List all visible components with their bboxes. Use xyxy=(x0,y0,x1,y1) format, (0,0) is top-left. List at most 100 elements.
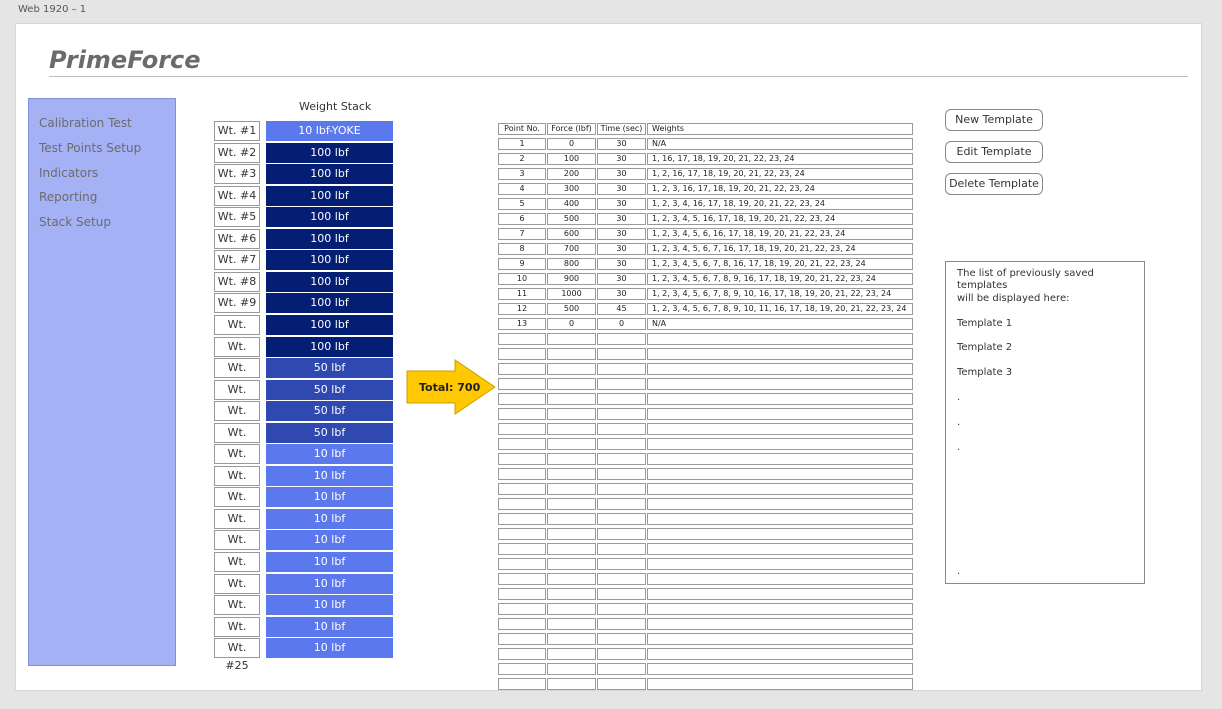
weight-block[interactable]: 100 lbf xyxy=(266,207,393,228)
cell-point-no[interactable]: 8 xyxy=(498,243,546,255)
cell-point-no[interactable] xyxy=(498,543,546,555)
cell-time[interactable]: 30 xyxy=(597,183,646,195)
cell-time[interactable] xyxy=(597,543,646,555)
weight-block[interactable]: 100 lbf xyxy=(266,142,393,163)
cell-force[interactable] xyxy=(547,348,596,360)
sidebar-item-calibration-test[interactable]: Calibration Test xyxy=(29,115,175,140)
table-row[interactable]: 10 900 30 1, 2, 3, 4, 5, 6, 7, 8, 9, 16, 17… xyxy=(498,273,913,285)
cell-point-no[interactable]: 10 xyxy=(498,273,546,285)
sidebar-item-test-points-setup[interactable]: Test Points Setup xyxy=(29,140,175,165)
cell-force[interactable] xyxy=(547,408,596,420)
cell-weights[interactable]: 1, 2, 3, 4, 5, 6, 7, 8, 9, 10, 16, 17, 1… xyxy=(647,288,913,300)
cell-time[interactable] xyxy=(597,648,646,660)
cell-point-no[interactable] xyxy=(498,453,546,465)
table-row[interactable]: 7 600 30 1, 2, 3, 4, 5, 6, 16, 17, 18, 19, … xyxy=(498,228,913,240)
cell-weights[interactable]: 1, 2, 16, 17, 18, 19, 20, 21, 22, 23, 24 xyxy=(647,168,913,180)
cell-force[interactable] xyxy=(547,483,596,495)
cell-force[interactable] xyxy=(547,528,596,540)
cell-force[interactable] xyxy=(547,393,596,405)
cell-time[interactable] xyxy=(597,678,646,690)
cell-point-no[interactable]: 6 xyxy=(498,213,546,225)
cell-time[interactable] xyxy=(597,483,646,495)
cell-force[interactable]: 700 xyxy=(547,243,596,255)
cell-time[interactable]: 30 xyxy=(597,213,646,225)
cell-time[interactable] xyxy=(597,558,646,570)
table-row-empty[interactable] xyxy=(498,573,913,585)
cell-weights[interactable] xyxy=(647,633,913,645)
table-row-empty[interactable] xyxy=(498,393,913,405)
cell-point-no[interactable]: 9 xyxy=(498,258,546,270)
cell-force[interactable]: 800 xyxy=(547,258,596,270)
table-row-empty[interactable] xyxy=(498,543,913,555)
sidebar-item-reporting[interactable]: Reporting xyxy=(29,189,175,214)
cell-time[interactable]: 30 xyxy=(597,258,646,270)
cell-force[interactable]: 400 xyxy=(547,198,596,210)
cell-point-no[interactable]: 3 xyxy=(498,168,546,180)
table-row-empty[interactable] xyxy=(498,363,913,375)
cell-point-no[interactable]: 7 xyxy=(498,228,546,240)
cell-time[interactable] xyxy=(597,468,646,480)
cell-weights[interactable] xyxy=(647,513,913,525)
cell-time[interactable]: 30 xyxy=(597,168,646,180)
cell-weights[interactable]: 1, 2, 3, 4, 5, 6, 16, 17, 18, 19, 20, 21… xyxy=(647,228,913,240)
cell-point-no[interactable] xyxy=(498,408,546,420)
table-row[interactable]: 11 1000 30 1, 2, 3, 4, 5, 6, 7, 8, 9, 10, 1… xyxy=(498,288,913,300)
cell-point-no[interactable] xyxy=(498,393,546,405)
cell-point-no[interactable] xyxy=(498,363,546,375)
table-row[interactable]: 9 800 30 1, 2, 3, 4, 5, 6, 7, 8, 16, 17, 18… xyxy=(498,258,913,270)
cell-time[interactable] xyxy=(597,333,646,345)
cell-time[interactable]: 30 xyxy=(597,228,646,240)
weight-block[interactable]: 100 lbf xyxy=(266,185,393,206)
weight-block[interactable]: 10 lbf xyxy=(266,530,393,551)
cell-weights[interactable] xyxy=(647,363,913,375)
table-row-empty[interactable] xyxy=(498,528,913,540)
cell-weights[interactable] xyxy=(647,378,913,390)
table-row[interactable]: 1 0 30 N/A xyxy=(498,138,913,150)
weight-block[interactable]: 50 lbf xyxy=(266,422,393,443)
cell-point-no[interactable]: 13 xyxy=(498,318,546,330)
cell-weights[interactable]: 1, 2, 3, 16, 17, 18, 19, 20, 21, 22, 23,… xyxy=(647,183,913,195)
cell-force[interactable] xyxy=(547,558,596,570)
cell-time[interactable]: 30 xyxy=(597,273,646,285)
cell-point-no[interactable] xyxy=(498,528,546,540)
cell-force[interactable] xyxy=(547,468,596,480)
weight-block[interactable]: 50 lbf xyxy=(266,401,393,422)
table-row-empty[interactable] xyxy=(498,558,913,570)
cell-force[interactable] xyxy=(547,453,596,465)
cell-time[interactable]: 45 xyxy=(597,303,646,315)
cell-point-no[interactable]: 1 xyxy=(498,138,546,150)
cell-weights[interactable]: 1, 16, 17, 18, 19, 20, 21, 22, 23, 24 xyxy=(647,153,913,165)
cell-point-no[interactable]: 4 xyxy=(498,183,546,195)
cell-time[interactable] xyxy=(597,573,646,585)
cell-point-no[interactable]: 5 xyxy=(498,198,546,210)
cell-weights[interactable] xyxy=(647,648,913,660)
cell-time[interactable] xyxy=(597,528,646,540)
cell-force[interactable] xyxy=(547,423,596,435)
cell-force[interactable]: 200 xyxy=(547,168,596,180)
cell-weights[interactable] xyxy=(647,618,913,630)
cell-point-no[interactable]: 11 xyxy=(498,288,546,300)
weight-block[interactable]: 50 lbf xyxy=(266,358,393,379)
cell-weights[interactable] xyxy=(647,423,913,435)
cell-point-no[interactable] xyxy=(498,348,546,360)
weight-block[interactable]: 10 lbf xyxy=(266,444,393,465)
table-row-empty[interactable] xyxy=(498,603,913,615)
cell-weights[interactable]: 1, 2, 3, 4, 5, 6, 7, 8, 9, 16, 17, 18, 1… xyxy=(647,273,913,285)
cell-force[interactable] xyxy=(547,378,596,390)
cell-time[interactable]: 30 xyxy=(597,198,646,210)
cell-weights[interactable] xyxy=(647,453,913,465)
cell-force[interactable]: 1000 xyxy=(547,288,596,300)
cell-weights[interactable]: 1, 2, 3, 4, 16, 17, 18, 19, 20, 21, 22, … xyxy=(647,198,913,210)
cell-point-no[interactable] xyxy=(498,498,546,510)
cell-point-no[interactable]: 12 xyxy=(498,303,546,315)
cell-weights[interactable]: 1, 2, 3, 4, 5, 6, 7, 8, 9, 10, 11, 16, 1… xyxy=(647,303,913,315)
weight-block[interactable]: 100 lbf xyxy=(266,336,393,357)
table-row-empty[interactable] xyxy=(498,618,913,630)
cell-point-no[interactable] xyxy=(498,483,546,495)
delete-template-button[interactable]: Delete Template xyxy=(945,173,1043,195)
cell-weights[interactable] xyxy=(647,558,913,570)
cell-time[interactable] xyxy=(597,453,646,465)
cell-force[interactable] xyxy=(547,573,596,585)
cell-time[interactable]: 30 xyxy=(597,138,646,150)
cell-weights[interactable] xyxy=(647,678,913,690)
